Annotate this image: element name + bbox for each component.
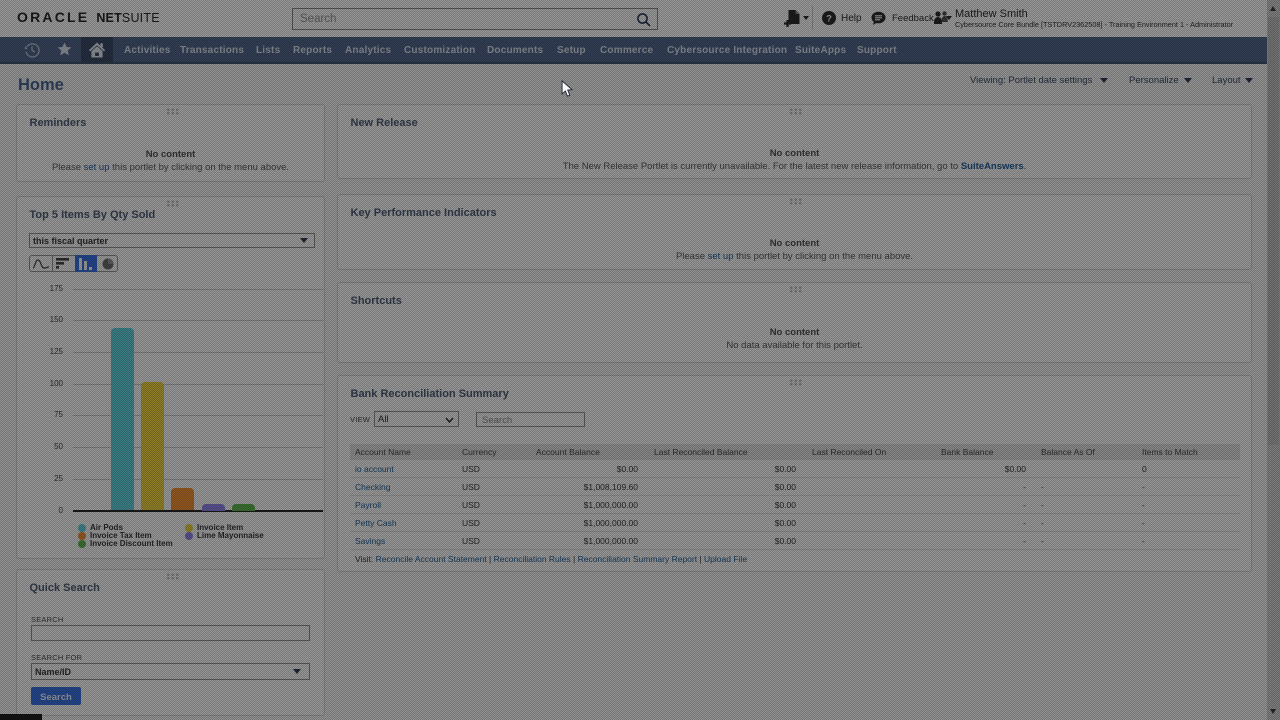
svg-text:?: ? <box>826 13 832 24</box>
